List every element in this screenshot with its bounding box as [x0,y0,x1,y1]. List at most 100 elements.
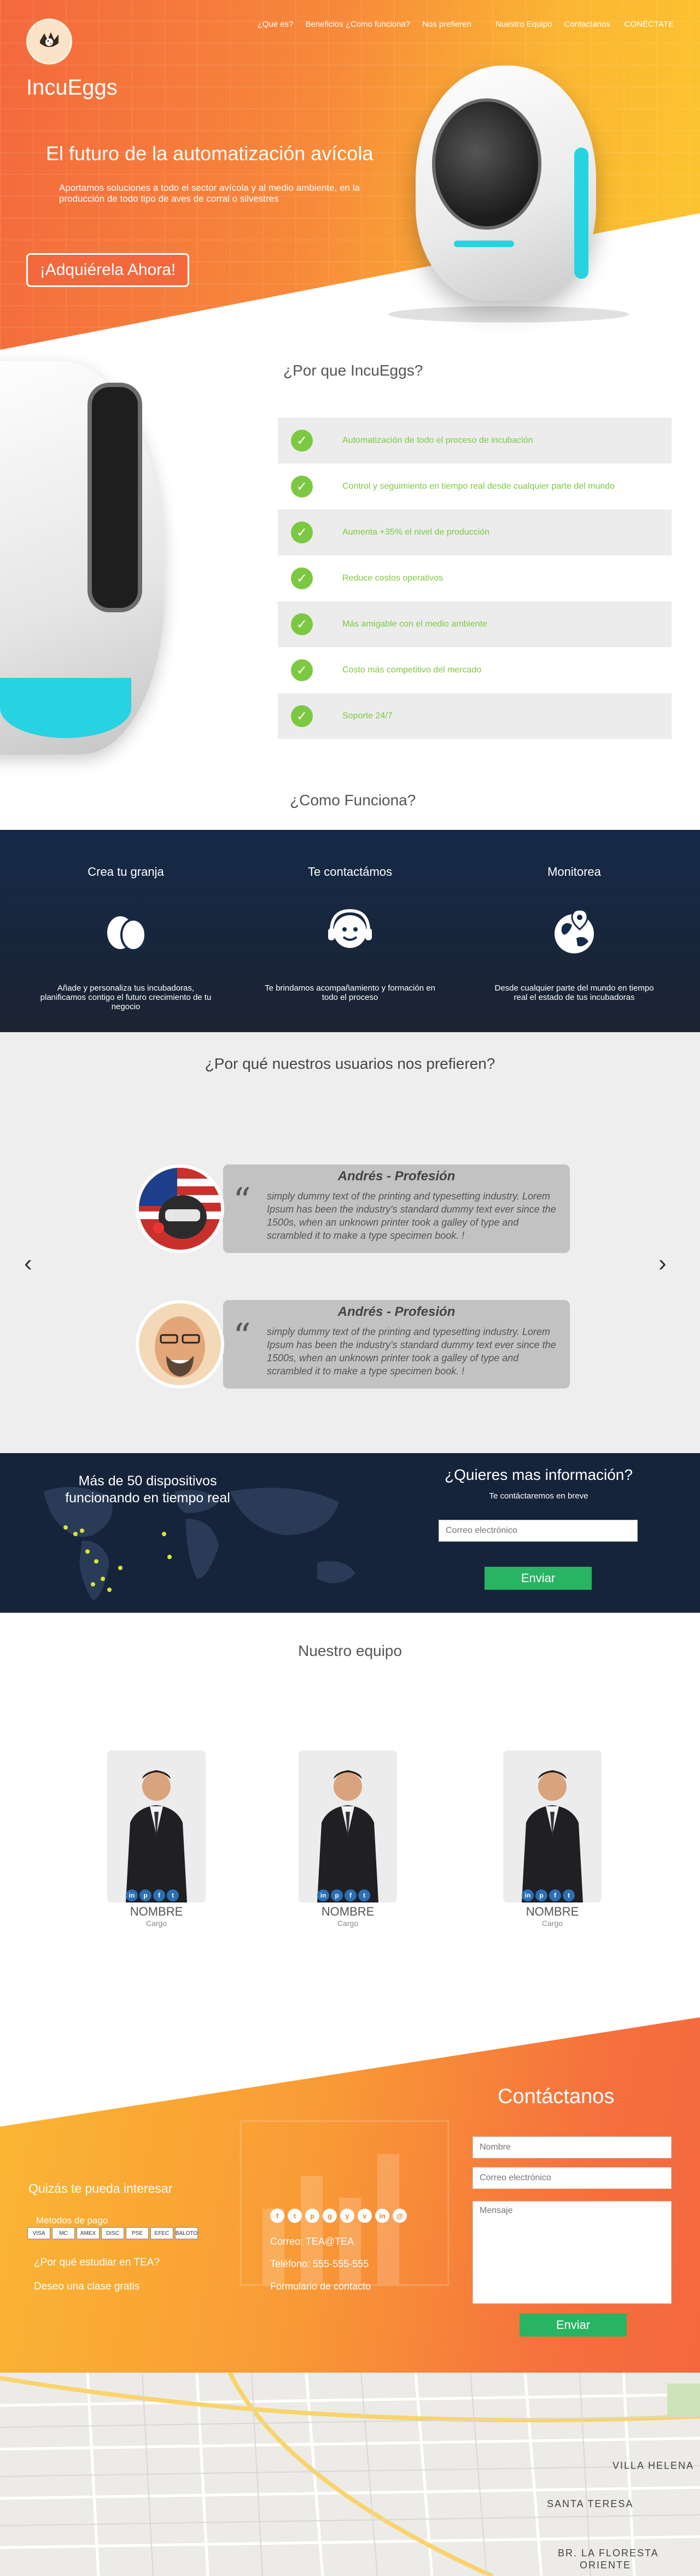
list-item: ✓ Control y seguimiento en tiempo real de… [278,464,672,510]
brand-logo[interactable] [26,19,72,65]
benefit-text: Más amigable con el medio ambiente [342,619,488,629]
step-monitor: Monitorea Desde cualquier parte del mund… [459,830,689,1002]
step-text: Te brindamos acompañamiento y formación … [265,983,435,1002]
list-item: ✓ Costo más competitivo del mercado [278,647,672,693]
payment-methods-label: Metodos de pago [36,2215,108,2226]
step-title: Te contactámos [307,865,393,879]
benefit-text: Aumenta +35% el nivel de producción [342,528,490,537]
twitter-icon[interactable]: t [358,1889,370,1901]
info-send-button[interactable]: Enviar [485,1567,592,1590]
twitter-icon[interactable]: t [288,2209,302,2223]
facebook-icon[interactable]: f [270,2209,284,2223]
step-create-farm: Crea tu granja Añade y personaliza tus i… [11,830,241,1011]
globe-pin-icon [555,909,594,953]
nav-item-nos-prefieren[interactable]: Nos prefieren [422,20,471,29]
youtube-icon[interactable]: y [340,2209,354,2223]
discover-card-icon: DISC [101,2227,124,2239]
pinterest-icon[interactable]: p [305,2209,319,2223]
list-item: ✓ Automatización de todo el proceso de in… [278,418,672,464]
pse-icon: PSE [126,2227,149,2239]
facebook-icon[interactable]: f [345,1889,357,1901]
step-contact: Te contactámos Te brindamos acompañamien… [235,830,465,1002]
team-member-card: in p f t [299,1750,397,1902]
testimonials-section: ¿Por qué nuestros usuarios nos prefieren… [0,1032,700,1453]
linkedin-icon[interactable]: in [522,1889,534,1901]
facebook-icon[interactable]: f [153,1889,165,1901]
check-icon: ✓ [291,430,313,452]
step-title: Crea tu granja [88,865,164,879]
linkedin-icon[interactable]: in [317,1889,329,1901]
nav-item-como-funciona[interactable]: ¿Como funciona? [346,20,410,29]
map-label: ORIENTE [580,2560,632,2571]
google-plus-icon[interactable]: g [323,2209,337,2223]
team-member-photo [522,1770,583,1902]
testimonial-text: simply dummy text of the printing and ty… [267,1326,556,1377]
map-label: VILLA HELENA [612,2460,695,2471]
twitter-icon[interactable]: t [563,1889,575,1901]
buy-now-button[interactable]: ¡Adquiérela Ahora! [26,253,189,287]
twitter-icon[interactable]: t [167,1889,179,1901]
contact-email-text: Correo: TEA@TEA [270,2236,354,2247]
info-title: ¿Quieres mas información? [445,1466,633,1483]
amex-card-icon: AMEX [77,2227,100,2239]
pinterest-icon[interactable]: p [331,1889,343,1901]
more-info-section: Más de 50 dispositivos funcionando en ti… [0,1453,700,1613]
quote-icon: “ [233,1316,251,1357]
cash-icon: EFEC [150,2227,173,2239]
testimonial-text: simply dummy text of the printing and ty… [267,1191,556,1241]
info-form-header: ¿Quieres mas información? Te contáctarem… [438,1466,640,1501]
page: IncuEggs ¿Que es? Beneficios ¿Como funci… [0,0,700,2576]
contact-info-list: Correo: TEA@TEA Teléfono: 555-555-555 Fo… [270,2236,371,2303]
list-item: ✓ Reduce costos operativos [278,555,672,601]
check-icon: ✓ [291,522,313,543]
devices-counter-text: Más de 50 dispositivos funcionando en ti… [65,1473,230,1506]
link-why-study[interactable]: ¿Por qué estudiar en TEA? [34,2257,160,2269]
pinterest-icon[interactable]: p [139,1889,151,1901]
support-agent-icon [328,909,372,948]
visa-card-icon: VISA [27,2227,50,2239]
location-map[interactable]: VILLA HELENA SANTA TERESA BR. LA FLOREST… [0,2373,700,2576]
contact-title: Contáctanos [498,2085,615,2108]
benefit-text: Automatización de todo el proceso de inc… [342,436,533,445]
member-social-links: in p f t [317,1889,370,1901]
pinterest-icon[interactable]: p [535,1889,547,1901]
email-icon[interactable]: @ [393,2209,407,2223]
info-subtitle: Te contáctaremos en breve [489,1491,588,1501]
check-icon: ✓ [291,613,313,635]
member-social-links: in p f t [126,1889,179,1901]
nav-item-que-es[interactable]: ¿Que es? [258,20,294,29]
main-nav: ¿Que es? Beneficios ¿Como funciona? Nos … [246,20,674,29]
list-item: ✓ Más amigable con el medio ambiente [278,601,672,647]
facebook-icon[interactable]: f [549,1889,561,1901]
contact-name-input[interactable] [472,2136,672,2158]
member-name: NOMBRE [130,1905,183,1918]
testimonial-card: Andrés - Profesión “ simply dummy text o… [136,1300,570,1389]
contact-message-textarea[interactable] [472,2201,672,2304]
incubator-side-image [0,350,175,765]
contact-send-button[interactable]: Enviar [520,2314,627,2337]
list-item: ✓ Aumenta +35% el nivel de producción [278,510,672,555]
hero-section: IncuEggs ¿Que es? Beneficios ¿Como funci… [0,0,700,350]
link-free-class[interactable]: Deseo una clase gratis [34,2281,160,2293]
contact-form-link[interactable]: Formulario de contacto [270,2281,371,2292]
check-icon: ✓ [291,659,313,681]
nav-item-nuestro-equipo[interactable]: Nuestro Equipo [495,20,552,29]
vimeo-icon[interactable]: v [358,2209,372,2223]
nav-item-conectate[interactable]: CONÉCTATE [625,20,674,29]
nav-item-contactanos[interactable]: Contactanos [564,20,610,29]
carousel-prev-arrow-icon[interactable]: ‹ [24,1250,32,1277]
contact-email-input[interactable] [472,2167,672,2189]
instagram-icon[interactable]: in [375,2209,389,2223]
info-email-input[interactable] [439,1520,638,1542]
list-item: ✓ Soporte 24/7 [278,693,672,739]
member-role: Cargo [541,1919,563,1928]
payment-methods-list: VISA MC AMEX DISC PSE EFEC BALOTO [27,2227,198,2239]
testimonial-card: Andrés - Profesión “ simply dummy text o… [136,1164,570,1253]
how-it-works-section: Crea tu granja Añade y personaliza tus i… [0,830,700,1032]
carousel-next-arrow-icon[interactable]: › [658,1250,667,1277]
linkedin-icon[interactable]: in [126,1889,138,1901]
incubator-product-image [388,66,629,323]
how-title: ¿Como Funciona? [290,792,416,809]
contact-phone-text: Teléfono: 555-555-555 [270,2258,369,2269]
nav-item-beneficios[interactable]: Beneficios [305,20,343,29]
